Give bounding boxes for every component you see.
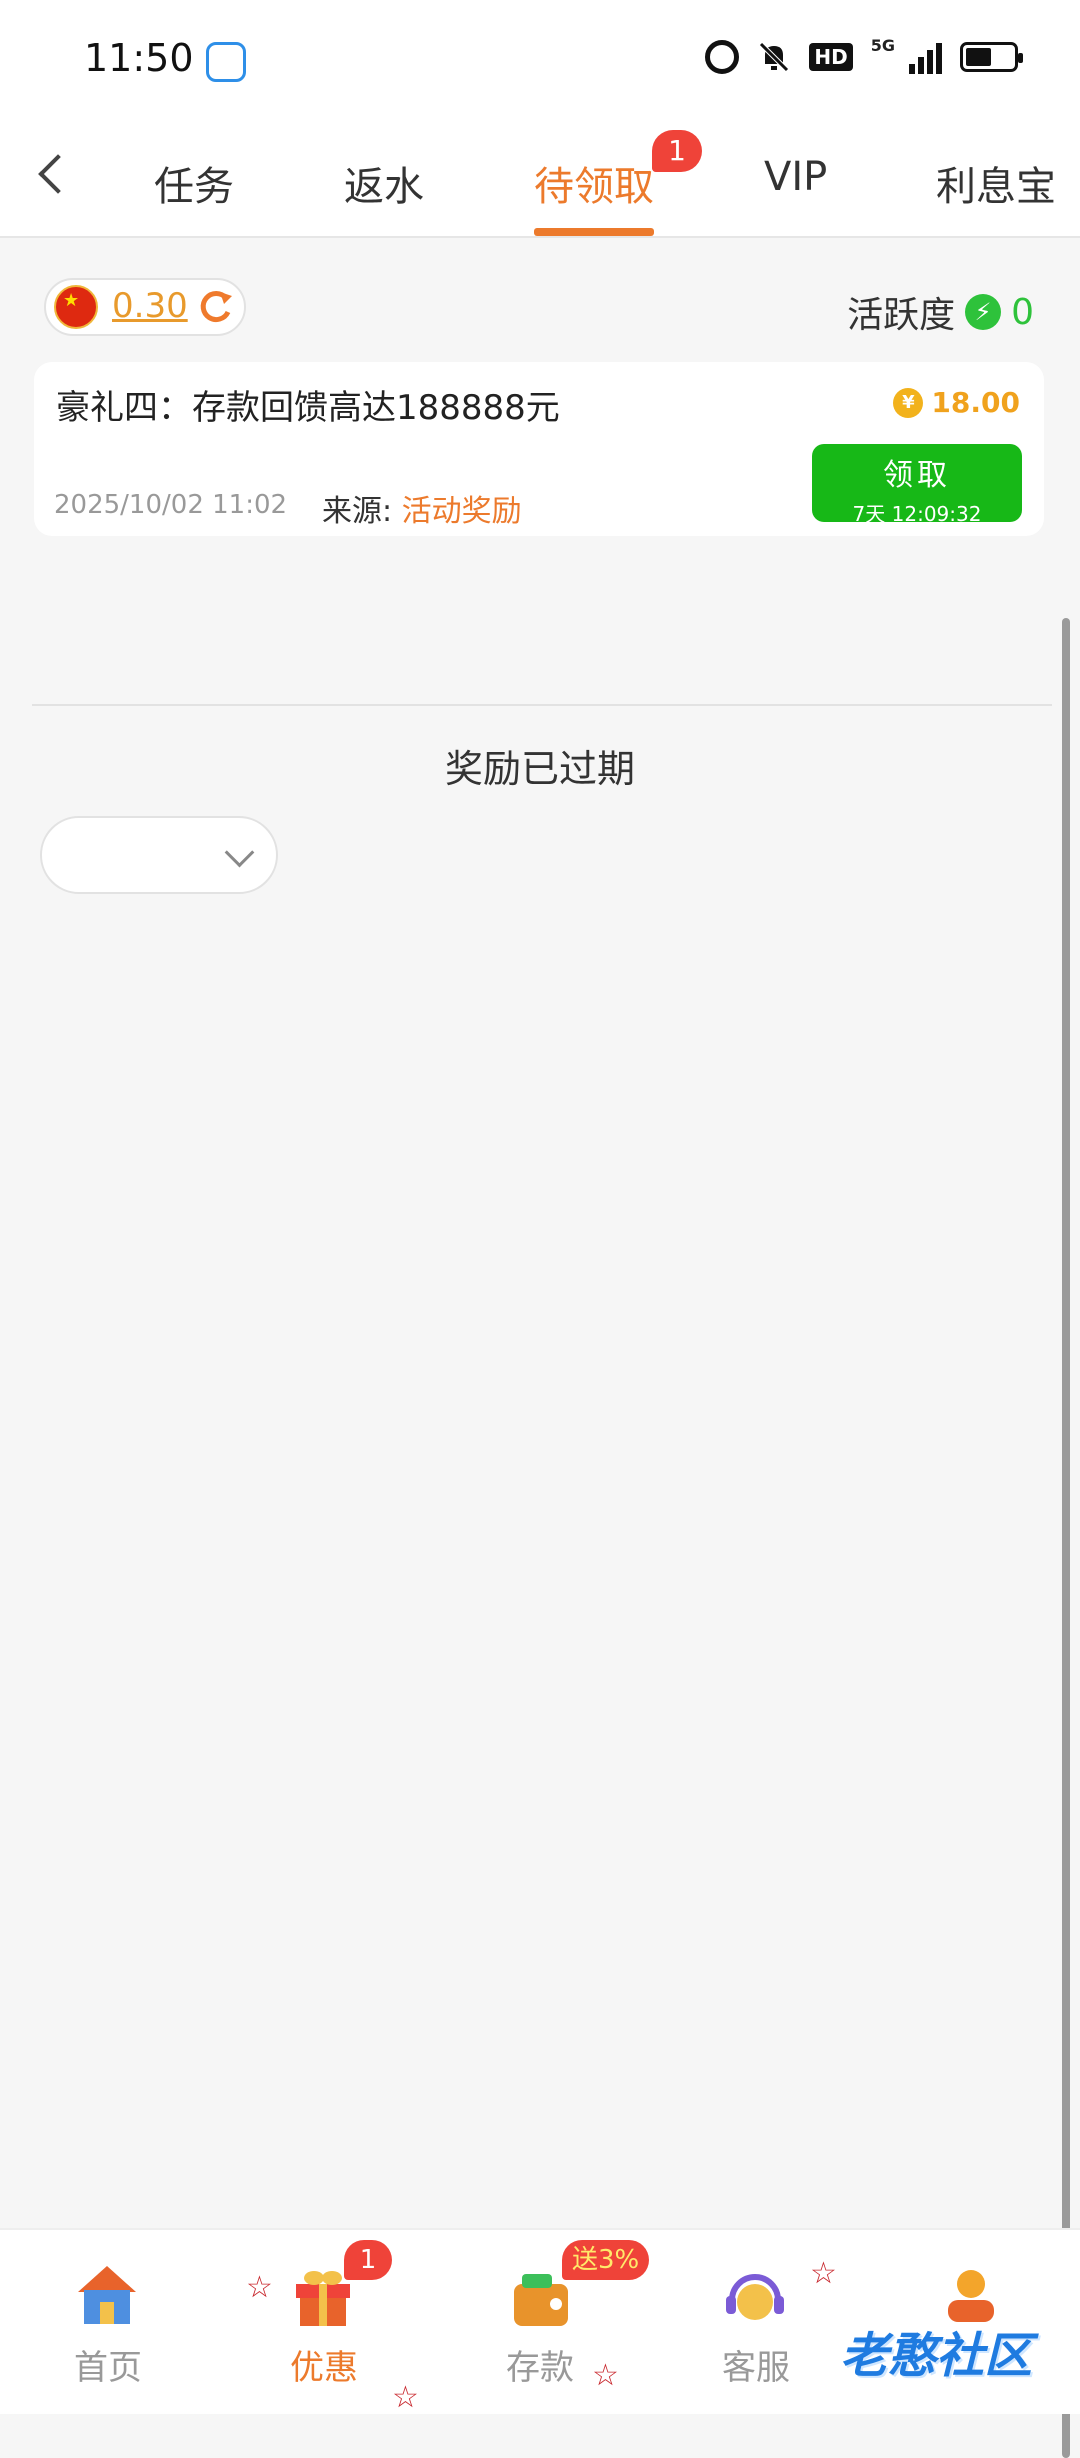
reward-amount: ¥ 18.00: [893, 386, 1020, 419]
coin-icon: ¥: [893, 387, 924, 418]
star-decoration-icon: ☆: [810, 2256, 837, 2291]
headset-support-icon: [726, 2274, 784, 2320]
reward-amount-value: 18.00: [931, 386, 1020, 419]
alarm-icon: [705, 40, 740, 74]
claim-countdown: 7天 12:09:32: [852, 502, 982, 526]
activity-label: 活跃度: [847, 295, 956, 336]
tab-tasks[interactable]: 任务: [154, 154, 234, 212]
expired-rewards-title: 奖励已过期: [444, 747, 635, 791]
tab-bar: 任务 返水 待领取 1 VIP 利息宝: [0, 120, 1080, 238]
claim-label: 领取: [883, 458, 951, 493]
nav-home-label: 首页: [74, 2348, 142, 2388]
status-bar: 11:50 HD 5G: [0, 0, 1080, 120]
balance-value: 0.30: [112, 286, 188, 326]
network-type: 5G: [870, 35, 895, 55]
watermark-logo: 老憨社区: [840, 2328, 1033, 2384]
reward-title: 豪礼四：存款回馈高达188888元: [56, 388, 560, 428]
tab-rebate[interactable]: 返水: [344, 154, 424, 212]
pending-count-badge: 1: [652, 130, 702, 172]
activity-indicator: 活跃度 ⚡ 0: [847, 286, 1034, 338]
home-icon: [78, 2266, 136, 2324]
battery-icon: [960, 42, 1023, 72]
reward-source: 来源: 活动奖励: [322, 486, 522, 530]
section-divider: [32, 704, 1052, 706]
mute-bell-icon: [759, 42, 790, 72]
reward-card: 豪礼四：存款回馈高达188888元 ¥ 18.00 2025/10/02 11:…: [34, 362, 1044, 536]
active-tab-indicator: [534, 228, 654, 236]
back-arrow-icon[interactable]: [32, 150, 72, 200]
star-decoration-icon: ☆: [246, 2270, 273, 2305]
china-flag-icon: [54, 285, 98, 329]
chevron-down-icon: [224, 837, 255, 868]
hd-icon: HD: [809, 43, 853, 71]
tab-pending-claim[interactable]: 待领取: [534, 154, 654, 212]
nav-support-label: 客服: [722, 2348, 790, 2388]
bottom-nav: ☆ ☆ ☆ ☆ 首页 1 优惠 送3% 存款 客服 老憨社区: [0, 2228, 1080, 2415]
status-time: 11:50: [84, 36, 194, 80]
source-value: 活动奖励: [401, 494, 522, 529]
tab-vip[interactable]: VIP: [764, 154, 827, 200]
refresh-icon[interactable]: [196, 288, 234, 326]
reward-date: 2025/10/02 11:02: [54, 490, 288, 520]
balance-pill[interactable]: 0.30: [44, 278, 246, 336]
claim-button[interactable]: 领取 7天 12:09:32: [812, 444, 1022, 526]
signal-icon: [909, 40, 942, 74]
deposit-bonus-badge: 送3%: [562, 2240, 650, 2280]
source-label: 来源:: [322, 494, 393, 529]
scrollbar[interactable]: [1062, 618, 1070, 2458]
app-icon: [206, 42, 246, 82]
tab-interest[interactable]: 利息宝: [936, 154, 1056, 212]
star-decoration-icon: ☆: [392, 2380, 419, 2415]
main-content: 0.30 活跃度 ⚡ 0 豪礼四：存款回馈高达188888元 ¥ 18.00 2…: [0, 238, 1080, 2458]
activity-value: 0: [1011, 291, 1034, 333]
nav-deposit-label: 存款: [506, 2348, 574, 2388]
status-icons: HD 5G: [705, 36, 1023, 74]
nav-promotions-label: 优惠: [290, 2348, 358, 2388]
lightning-icon: ⚡: [965, 294, 1002, 330]
expired-filter-dropdown[interactable]: [40, 816, 278, 894]
promotions-badge: 1: [344, 2240, 392, 2280]
